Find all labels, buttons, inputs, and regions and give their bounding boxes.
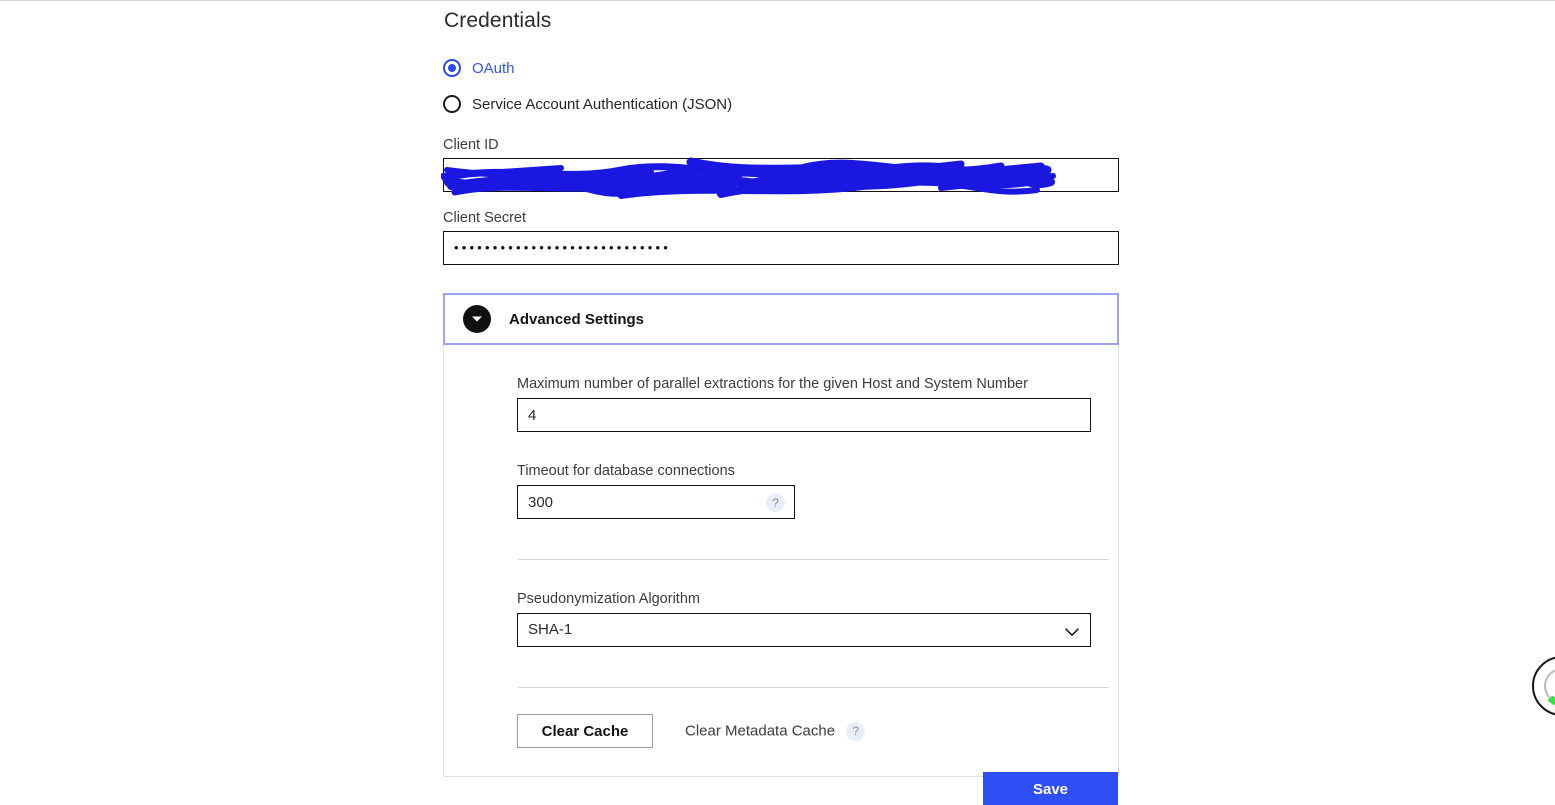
timeout-field-group: Timeout for database connections ? [517,432,1099,519]
client-id-field-group: Client ID [441,137,1119,199]
radio-option-service-account-label: Service Account Authentication (JSON) [472,95,733,113]
clear-cache-button[interactable]: Clear Cache [517,714,653,748]
parallel-extractions-field-group: Maximum number of parallel extractions f… [517,345,1099,432]
clear-metadata-cache-help-icon[interactable]: ? [846,721,866,741]
parallel-extractions-label: Maximum number of parallel extractions f… [517,376,1028,392]
chevron-down-icon[interactable] [463,305,491,333]
timeout-input[interactable] [517,485,795,519]
client-secret-input[interactable]: •••••••••••••••••••••••••••• [443,231,1119,265]
advanced-settings-body: Maximum number of parallel extractions f… [443,345,1119,777]
pseudonymization-select[interactable]: SHA-1 [517,613,1091,647]
client-id-label: Client ID [443,137,499,153]
radio-unselected-icon[interactable] [443,95,461,113]
cache-actions-row: Clear Cache Clear Metadata Cache ? [517,688,1099,748]
client-secret-masked-value: •••••••••••••••••••••••••••• [454,240,672,255]
client-secret-field-group: Client Secret ••••••••••••••••••••••••••… [443,210,1119,265]
pseudonymization-field-group: Pseudonymization Algorithm SHA-1 [517,560,1099,647]
radio-option-service-account[interactable]: Service Account Authentication (JSON) [443,89,1119,119]
save-button[interactable]: Save [983,772,1118,805]
client-id-input[interactable] [443,158,1119,192]
advanced-settings-header[interactable]: Advanced Settings [443,293,1119,345]
clear-metadata-cache-label: Clear Metadata Cache [685,721,836,739]
timeout-label: Timeout for database connections [517,463,735,479]
pseudonymization-label: Pseudonymization Algorithm [517,591,700,607]
auth-method-radio-group: OAuth Service Account Authentication (JS… [443,53,1119,119]
radio-option-oauth[interactable]: OAuth [443,53,1119,83]
clear-metadata-cache-link[interactable]: Clear Metadata Cache ? [685,721,866,741]
sync-refresh-icon[interactable] [1531,655,1555,717]
client-secret-label: Client Secret [443,210,527,226]
radio-selected-icon[interactable] [443,59,461,77]
advanced-settings-title: Advanced Settings [509,310,645,328]
credentials-form: Credentials OAuth Service Account Authen… [441,1,1119,777]
parallel-extractions-input[interactable] [517,398,1091,432]
timeout-help-icon[interactable]: ? [766,493,785,512]
app-page: Credentials OAuth Service Account Authen… [0,0,1555,805]
page-title: Credentials [444,9,552,32]
radio-option-oauth-label: OAuth [472,59,515,77]
